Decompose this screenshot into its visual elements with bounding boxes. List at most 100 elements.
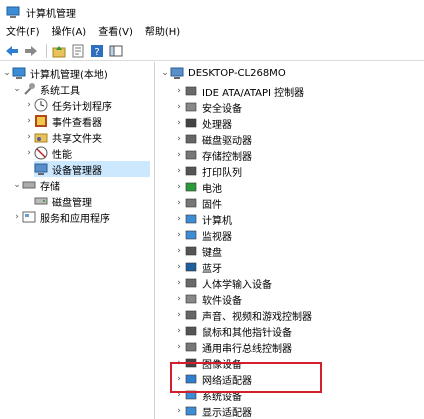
- chevron-right-icon[interactable]: ›: [174, 163, 184, 179]
- chevron-right-icon[interactable]: ›: [174, 195, 184, 211]
- clock-icon: [34, 98, 48, 112]
- tree-item-device-category[interactable]: › 固件: [174, 195, 222, 211]
- chevron-right-icon[interactable]: ›: [174, 307, 184, 323]
- chevron-right-icon[interactable]: ›: [24, 113, 34, 129]
- tree-item-label: 声音、视频和游戏控制器: [202, 311, 312, 323]
- tree-item-label: 软件设备: [202, 295, 242, 307]
- computer-name: DESKTOP-CL268MO: [188, 67, 286, 79]
- tree-item-device-category[interactable]: › 磁盘驱动器: [174, 131, 252, 147]
- computer-management-icon: [12, 66, 26, 80]
- navigation-pane: ⌄ 计算机管理(本地) ⌄ 系统工具 › 任务计划程序 › 事件查看器 › 共享…: [0, 62, 155, 419]
- mouse-icon: [184, 324, 198, 338]
- tree-item-computer-root[interactable]: ⌄ DESKTOP-CL268MO: [160, 65, 286, 81]
- tree-item-system-tools[interactable]: ⌄ 系统工具: [12, 81, 80, 97]
- tree-item-device-category[interactable]: › 软件设备: [174, 291, 242, 307]
- tree-item-event-viewer[interactable]: › 事件查看器: [24, 113, 102, 129]
- tree-item-storage[interactable]: ⌄ 存储: [12, 177, 60, 193]
- chevron-right-icon[interactable]: ›: [174, 403, 184, 419]
- bluetooth-icon: [184, 260, 198, 274]
- storage-icon: [22, 178, 36, 192]
- chevron-right-icon[interactable]: ›: [174, 179, 184, 195]
- properties-icon[interactable]: [70, 43, 86, 59]
- tree-item-performance[interactable]: › 性能: [24, 145, 72, 161]
- tree-item-label: 人体学输入设备: [202, 279, 272, 291]
- tree-item-label: 电池: [202, 183, 222, 195]
- tree-item-disk-management[interactable]: 磁盘管理: [34, 193, 92, 209]
- tree-item-device-manager[interactable]: 设备管理器: [34, 161, 150, 177]
- tree-item-device-category[interactable]: › 蓝牙: [174, 259, 222, 275]
- tree-item-label: 计算机: [202, 215, 232, 227]
- software-device-icon: [184, 292, 198, 306]
- chevron-right-icon[interactable]: ›: [174, 291, 184, 307]
- chevron-right-icon[interactable]: ›: [174, 259, 184, 275]
- menu-help[interactable]: 帮助(H): [139, 24, 186, 41]
- tree-item-device-category[interactable]: › 声音、视频和游戏控制器: [174, 307, 312, 323]
- tree-item-task-scheduler[interactable]: › 任务计划程序: [24, 97, 112, 113]
- security-device-icon: [184, 100, 198, 114]
- menu-bar: 文件(F) 操作(A) 查看(V) 帮助(H): [0, 24, 424, 41]
- chevron-right-icon[interactable]: ›: [174, 83, 184, 99]
- chevron-down-icon[interactable]: ⌄: [12, 177, 22, 193]
- tree-item-device-category[interactable]: › 显示适配器: [174, 403, 252, 419]
- tree-item-label: 键盘: [202, 247, 222, 259]
- display-adapter-icon: [184, 404, 198, 418]
- tree-item-device-category[interactable]: › 键盘: [174, 243, 222, 259]
- performance-icon: [34, 146, 48, 160]
- chevron-right-icon[interactable]: ›: [174, 115, 184, 131]
- tree-item-label: 共享文件夹: [52, 133, 102, 145]
- tree-item-device-category[interactable]: › 电池: [174, 179, 222, 195]
- tree-item-computer-management[interactable]: ⌄ 计算机管理(本地): [2, 65, 108, 81]
- tree-item-device-category[interactable]: › 存储控制器: [174, 147, 252, 163]
- menu-view[interactable]: 查看(V): [92, 24, 139, 41]
- chevron-right-icon[interactable]: ›: [174, 227, 184, 243]
- tree-item-label: 系统工具: [40, 85, 80, 97]
- chevron-right-icon[interactable]: ›: [174, 323, 184, 339]
- chevron-right-icon[interactable]: ›: [24, 97, 34, 113]
- chevron-right-icon[interactable]: ›: [24, 145, 34, 161]
- tree-item-device-category[interactable]: › IDE ATA/ATAPI 控制器: [174, 83, 304, 99]
- tree-item-device-category[interactable]: › 安全设备: [174, 99, 242, 115]
- tree-item-device-category[interactable]: › 计算机: [174, 211, 232, 227]
- keyboard-icon: [184, 244, 198, 258]
- chevron-right-icon[interactable]: ›: [174, 339, 184, 355]
- chevron-right-icon[interactable]: ›: [12, 209, 22, 225]
- tree-item-label: 磁盘管理: [52, 197, 92, 209]
- tree-item-device-category[interactable]: › 鼠标和其他指针设备: [174, 323, 292, 339]
- chevron-down-icon[interactable]: ⌄: [160, 65, 170, 81]
- menu-action[interactable]: 操作(A): [46, 24, 93, 41]
- tree-item-device-category[interactable]: › 处理器: [174, 115, 232, 131]
- chevron-right-icon[interactable]: ›: [174, 275, 184, 291]
- tree-item-services-apps[interactable]: › 服务和应用程序: [12, 209, 110, 225]
- chevron-right-icon[interactable]: ›: [174, 147, 184, 163]
- tree-item-device-category[interactable]: › 通用串行总线控制器: [174, 339, 292, 355]
- sound-icon: [184, 308, 198, 322]
- chevron-down-icon[interactable]: ⌄: [12, 81, 22, 97]
- back-arrow-icon[interactable]: [4, 43, 20, 59]
- toolbar: ?: [0, 41, 424, 61]
- chevron-right-icon[interactable]: ›: [24, 129, 34, 145]
- ide-controller-icon: [184, 84, 198, 98]
- battery-icon: [184, 180, 198, 194]
- up-folder-icon[interactable]: [51, 43, 67, 59]
- menu-file[interactable]: 文件(F): [0, 24, 46, 41]
- tree-item-shared-folders[interactable]: › 共享文件夹: [24, 129, 102, 145]
- tree-item-device-category[interactable]: › 人体学输入设备: [174, 275, 272, 291]
- device-manager-icon: [34, 162, 48, 176]
- help-icon[interactable]: ?: [89, 43, 105, 59]
- show-pane-icon[interactable]: [108, 43, 124, 59]
- tree-item-device-category[interactable]: › 打印队列: [174, 163, 242, 179]
- forward-arrow-icon[interactable]: [23, 43, 39, 59]
- chevron-down-icon[interactable]: ⌄: [2, 65, 12, 81]
- chevron-right-icon[interactable]: ›: [174, 211, 184, 227]
- disk-drive-icon: [184, 132, 198, 146]
- chevron-right-icon[interactable]: ›: [174, 99, 184, 115]
- event-viewer-icon: [34, 114, 48, 128]
- tree-item-device-category[interactable]: › 监视器: [174, 227, 232, 243]
- chevron-right-icon[interactable]: ›: [174, 131, 184, 147]
- chevron-right-icon[interactable]: ›: [174, 243, 184, 259]
- title-bar: 计算机管理: [0, 0, 424, 24]
- tools-icon: [22, 82, 36, 96]
- firmware-icon: [184, 196, 198, 210]
- window-title: 计算机管理: [26, 8, 76, 20]
- tree-item-label: 监视器: [202, 231, 232, 243]
